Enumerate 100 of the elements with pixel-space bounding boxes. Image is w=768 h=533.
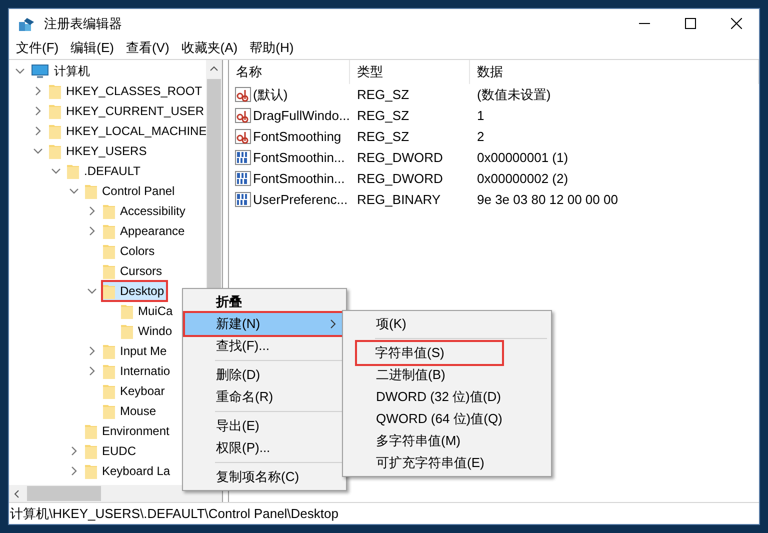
folder-icon bbox=[103, 383, 115, 399]
value-data: 9e 3e 03 80 12 00 00 00 bbox=[476, 190, 619, 209]
tree-item[interactable]: .DEFAULT bbox=[65, 160, 144, 182]
value-type: REG_DWORD bbox=[356, 148, 444, 167]
collapse-chevron-icon[interactable] bbox=[87, 226, 97, 236]
menu-item[interactable]: 字符串值(S) bbox=[345, 342, 549, 364]
collapse-chevron-icon[interactable] bbox=[87, 346, 97, 356]
menu-item[interactable]: 多字符串值(M) bbox=[345, 430, 549, 452]
computer-icon bbox=[31, 64, 49, 78]
menu-item[interactable]: 删除(D) bbox=[185, 364, 344, 386]
value-name[interactable]: FontSmoothin... bbox=[229, 148, 350, 168]
tree-item[interactable]: HKEY_CLASSES_ROOT bbox=[47, 80, 206, 102]
expand-chevron-icon[interactable] bbox=[51, 166, 61, 176]
menu-item[interactable]: 查看(V) bbox=[126, 39, 170, 57]
tree-item[interactable]: Mouse bbox=[101, 400, 160, 422]
column-header[interactable]: 名称 bbox=[229, 60, 350, 84]
expand-chevron-icon[interactable] bbox=[33, 146, 43, 156]
value-data: 2 bbox=[476, 128, 486, 146]
collapse-chevron-icon[interactable] bbox=[87, 206, 97, 216]
tree-item[interactable]: HKEY_USERS bbox=[47, 140, 151, 162]
tree-item[interactable]: MuiCa bbox=[119, 300, 177, 322]
menu-item[interactable]: 二进制值(B) bbox=[345, 364, 549, 386]
tree-item[interactable]: Cursors bbox=[101, 260, 166, 282]
collapse-chevron-icon[interactable] bbox=[69, 466, 79, 476]
value-name[interactable]: (默认) bbox=[229, 84, 350, 104]
scrollbar-thumb[interactable] bbox=[27, 486, 101, 501]
value-data: 0x00000002 (2) bbox=[476, 170, 570, 188]
tree-item[interactable]: Control Panel bbox=[83, 180, 179, 202]
folder-icon bbox=[103, 223, 115, 239]
tree-item[interactable]: Windo bbox=[119, 320, 176, 342]
menu-item[interactable]: 编辑(E) bbox=[70, 39, 114, 57]
folder-icon bbox=[49, 123, 61, 139]
folder-icon bbox=[49, 83, 61, 99]
expand-chevron-icon[interactable] bbox=[69, 186, 79, 196]
collapse-chevron-icon[interactable] bbox=[33, 86, 43, 96]
folder-icon bbox=[85, 183, 97, 199]
folder-icon bbox=[103, 343, 115, 359]
expand-chevron-icon[interactable] bbox=[87, 286, 97, 296]
menu-item[interactable]: 新建(N) bbox=[185, 313, 344, 335]
menu-item[interactable]: QWORD (64 位)值(Q) bbox=[345, 408, 549, 430]
menu-item[interactable]: 复制项名称(C) bbox=[185, 466, 344, 488]
tree-item[interactable]: Colors bbox=[101, 240, 159, 262]
tree-item[interactable]: Appearance bbox=[101, 220, 189, 242]
value-name[interactable]: DragFullWindo... bbox=[229, 106, 350, 126]
string-value-icon bbox=[235, 108, 251, 123]
folder-icon bbox=[67, 163, 79, 179]
collapse-chevron-icon[interactable] bbox=[33, 126, 43, 136]
folder-icon bbox=[49, 143, 61, 159]
expand-chevron-icon[interactable] bbox=[15, 66, 25, 76]
tree-item[interactable]: HKEY_LOCAL_MACHINE bbox=[47, 120, 211, 142]
value-type: REG_SZ bbox=[356, 86, 410, 104]
tree-item[interactable]: Environment bbox=[83, 420, 174, 442]
tree-item[interactable]: Input Me bbox=[101, 340, 171, 362]
tree-item[interactable]: Keyboar bbox=[101, 380, 169, 402]
menu-item[interactable]: 重命名(R) bbox=[185, 386, 344, 408]
minimize-icon bbox=[638, 22, 650, 24]
folder-icon bbox=[121, 303, 133, 319]
horizontal-scrollbar[interactable] bbox=[9, 485, 222, 502]
menu-item[interactable]: 收藏夹(A) bbox=[181, 39, 238, 57]
value-data: 1 bbox=[476, 106, 486, 125]
menu-item[interactable]: 查找(F)... bbox=[185, 335, 344, 357]
value-data: (数值未设置) bbox=[476, 86, 552, 104]
menu-item[interactable]: 权限(P)... bbox=[185, 437, 344, 459]
folder-icon bbox=[85, 463, 97, 479]
folder-icon bbox=[103, 263, 115, 279]
menu-item[interactable]: DWORD (32 位)值(D) bbox=[345, 386, 549, 408]
menu-item[interactable]: 文件(F) bbox=[16, 39, 59, 57]
tree-item[interactable]: HKEY_CURRENT_USER bbox=[47, 100, 208, 122]
menu-item[interactable]: 折叠 bbox=[185, 291, 344, 313]
menu-item[interactable]: 项(K) bbox=[345, 313, 549, 335]
collapse-chevron-icon[interactable] bbox=[69, 446, 79, 456]
folder-icon bbox=[85, 443, 97, 459]
column-header[interactable]: 类型 bbox=[350, 60, 470, 84]
value-type: REG_SZ bbox=[356, 106, 410, 125]
maximize-icon bbox=[684, 18, 696, 29]
column-header[interactable]: 数据 bbox=[470, 60, 759, 84]
tree-item[interactable]: 计算机 bbox=[29, 60, 94, 82]
menu-item[interactable]: 导出(E) bbox=[185, 415, 344, 437]
tree-item[interactable]: Keyboard La bbox=[83, 460, 174, 482]
binary-value-icon bbox=[235, 171, 251, 186]
app-icon bbox=[18, 16, 36, 32]
tree-item[interactable]: Internatio bbox=[101, 360, 174, 382]
folder-icon bbox=[103, 203, 115, 219]
value-type: REG_DWORD bbox=[356, 170, 444, 188]
menu-item[interactable]: 可扩充字符串值(E) bbox=[345, 452, 549, 474]
tree-item[interactable]: EUDC bbox=[83, 440, 140, 462]
binary-value-icon bbox=[235, 192, 251, 207]
menu-item[interactable]: 帮助(H) bbox=[250, 39, 294, 57]
folder-icon bbox=[85, 423, 97, 439]
value-name[interactable]: FontSmoothin... bbox=[229, 168, 350, 188]
tree-item[interactable]: Accessibility bbox=[101, 200, 190, 222]
folder-icon bbox=[121, 323, 133, 339]
value-name[interactable]: UserPreferenc... bbox=[229, 190, 350, 210]
value-data: 0x00000001 (1) bbox=[476, 148, 570, 167]
collapse-chevron-icon[interactable] bbox=[87, 366, 97, 376]
scroll-left-icon bbox=[14, 490, 19, 498]
scroll-up-icon bbox=[210, 66, 218, 71]
value-name[interactable]: FontSmoothing bbox=[229, 126, 350, 146]
tree-item[interactable]: Desktop bbox=[101, 280, 168, 302]
collapse-chevron-icon[interactable] bbox=[33, 106, 43, 116]
